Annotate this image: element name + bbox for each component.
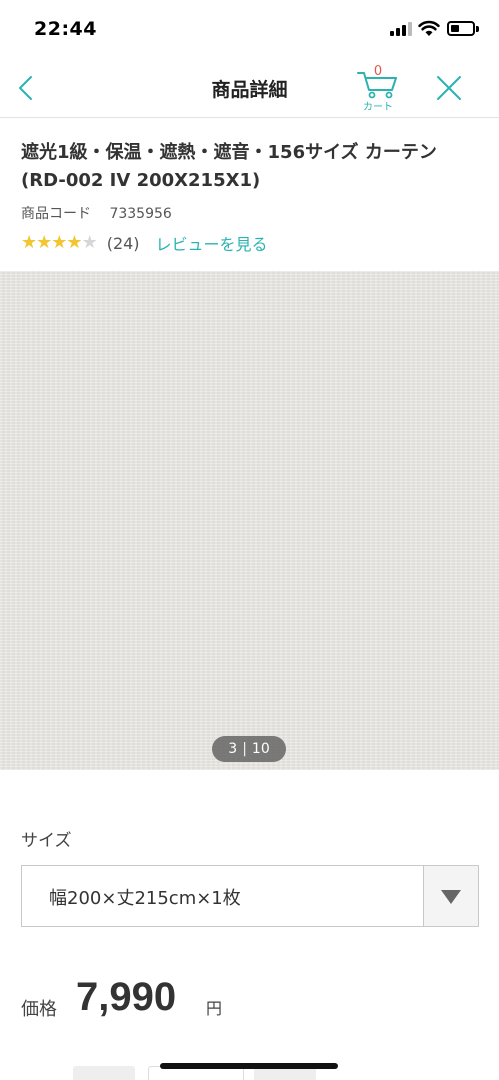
navigation-bar: 商品詳細 0 カート: [0, 58, 499, 118]
close-icon[interactable]: [433, 72, 465, 104]
product-code-label: 商品コード: [21, 206, 91, 222]
image-counter-current: 3: [228, 741, 238, 757]
status-bar: 22:44: [0, 0, 499, 58]
size-select[interactable]: 幅200×丈215cm×1枚: [21, 865, 479, 927]
price-label: 価格: [21, 999, 57, 1020]
signal-icon: [390, 22, 412, 36]
image-counter-total: 10: [251, 741, 270, 757]
rating-row: ★ ★ ★ ★ ★ (24) レビューを見る: [21, 231, 268, 255]
product-title: 遮光1級・保温・遮熱・遮音・156サイズ カーテン (RD-002 IV 200…: [21, 142, 437, 191]
quantity-decrement-button[interactable]: [73, 1066, 135, 1080]
product-detail-page: 22:44 商品詳細 0 カート 遮光1級・保温・遮熱・遮音・156サイズ カー…: [0, 0, 499, 1080]
star-icon: ★: [21, 232, 38, 253]
home-indicator[interactable]: [160, 1063, 338, 1069]
product-info: 遮光1級・保温・遮熱・遮音・156サイズ カーテン (RD-002 IV 200…: [0, 119, 499, 271]
product-code: 商品コード 7335956: [21, 203, 172, 223]
star-rating: ★ ★ ★ ★ ★: [21, 232, 98, 253]
product-image[interactable]: [0, 271, 499, 770]
cart-label: カート: [363, 102, 393, 113]
star-icon: ★: [51, 232, 68, 253]
image-counter-separator: |: [242, 741, 247, 757]
size-label: サイズ: [21, 831, 72, 851]
image-counter: 3 | 10: [212, 736, 286, 762]
price-unit: 円: [206, 999, 223, 1018]
review-count: (24): [106, 233, 140, 253]
star-icon: ★: [66, 232, 83, 253]
view-reviews-link[interactable]: レビューを見る: [156, 231, 268, 255]
star-icon: ★: [36, 232, 53, 253]
size-dropdown-toggle[interactable]: [423, 866, 478, 926]
cart-count-badge: 0: [373, 64, 383, 79]
battery-icon: [447, 21, 479, 36]
star-empty-icon: ★: [81, 232, 98, 253]
dropdown-arrow-icon: [441, 890, 461, 904]
product-code-value: 7335956: [109, 206, 172, 222]
status-time: 22:44: [34, 18, 97, 40]
cart-button[interactable]: 0 カート: [352, 62, 404, 114]
wifi-icon: [418, 20, 440, 36]
price-value: 7,990: [76, 975, 177, 1019]
page-title: 商品詳細: [211, 79, 288, 101]
size-selected-value: 幅200×丈215cm×1枚: [49, 888, 241, 909]
